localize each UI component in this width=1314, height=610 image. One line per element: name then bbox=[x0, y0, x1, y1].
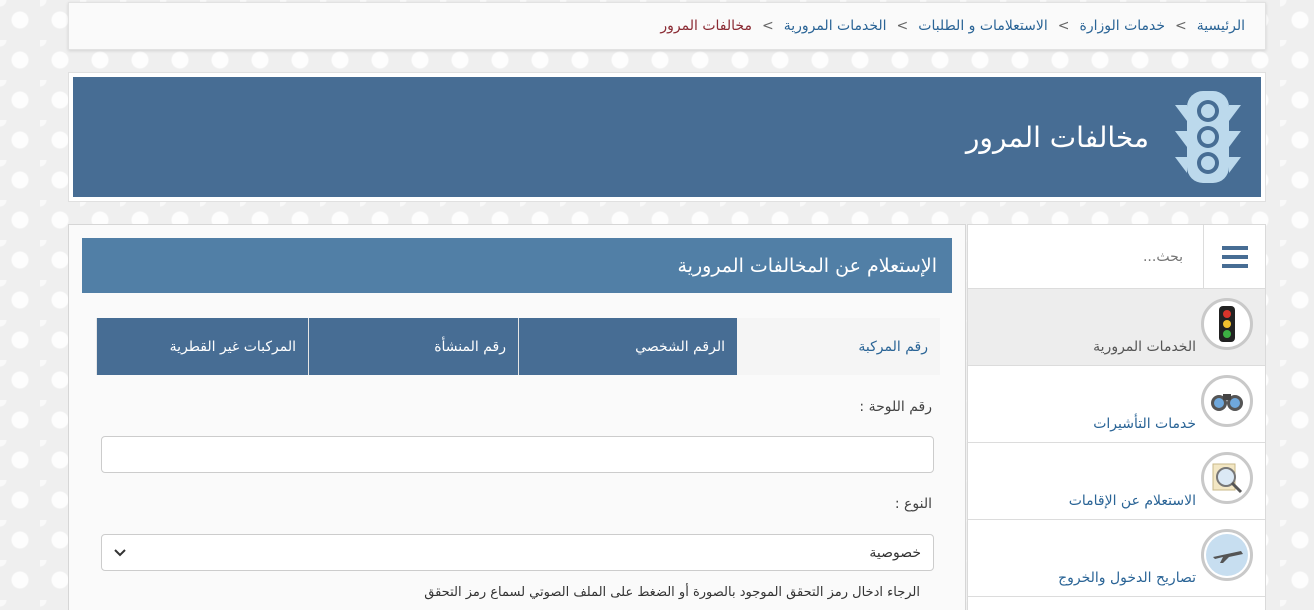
breadcrumb-separator: > bbox=[1175, 18, 1187, 34]
breadcrumb-separator: > bbox=[1057, 18, 1070, 34]
sidebar-search bbox=[968, 225, 1265, 289]
airplane-icon bbox=[1201, 529, 1253, 581]
sidebar-item-entry-exit-permits[interactable]: تصاريح الدخول والخروج bbox=[968, 520, 1265, 597]
tab-vehicle-number[interactable]: رقم المركبة bbox=[737, 318, 940, 375]
menu-button[interactable] bbox=[1203, 225, 1265, 289]
chevron-down-icon bbox=[114, 548, 126, 556]
plate-number-input[interactable] bbox=[101, 436, 934, 473]
type-select[interactable]: خصوصية bbox=[101, 534, 934, 571]
page-title: مخالفات المرور bbox=[965, 120, 1149, 154]
sidebar-item-visa-services[interactable]: خدمات التأشيرات bbox=[968, 366, 1265, 443]
breadcrumb-traffic-services[interactable]: الخدمات المرورية bbox=[784, 18, 887, 34]
plate-number-label: رقم اللوحة : bbox=[859, 399, 932, 415]
binoculars-icon bbox=[1201, 375, 1253, 427]
breadcrumb-separator: > bbox=[896, 18, 909, 34]
search-tabs: رقم المركبة الرقم الشخصي رقم المنشأة الم… bbox=[96, 318, 940, 375]
form-title: الإستعلام عن المخالفات المرورية bbox=[82, 238, 952, 293]
breadcrumb-ministry-services[interactable]: خدمات الوزارة bbox=[1080, 18, 1166, 34]
tab-non-qatari-vehicles[interactable]: المركبات غير القطرية bbox=[96, 318, 308, 375]
tab-personal-number[interactable]: الرقم الشخصي bbox=[518, 318, 737, 375]
banner-panel: مخالفات المرور bbox=[73, 77, 1261, 197]
traffic-light-icon bbox=[1175, 91, 1241, 183]
type-selected-value: خصوصية bbox=[869, 544, 921, 561]
hamburger-icon bbox=[1221, 246, 1248, 268]
sidebar: الخدمات المرورية خدمات التأشيرات الاستعل… bbox=[967, 224, 1266, 610]
sidebar-item-label: خدمات التأشيرات bbox=[1093, 416, 1196, 432]
sidebar-item-label: تصاريح الدخول والخروج bbox=[1058, 570, 1196, 586]
tab-establishment-number[interactable]: رقم المنشأة bbox=[308, 318, 518, 375]
breadcrumb-separator: > bbox=[761, 18, 774, 34]
breadcrumb: الرئيسية > خدمات الوزارة > الاستعلامات و… bbox=[68, 2, 1266, 50]
captcha-help-text: الرجاء ادخال رمز التحقق الموجود بالصورة … bbox=[424, 585, 920, 600]
search-input[interactable] bbox=[968, 225, 1203, 288]
sidebar-item-traffic-services[interactable]: الخدمات المرورية bbox=[968, 289, 1265, 366]
sidebar-item-label: الاستعلام عن الإقامات bbox=[1068, 493, 1196, 509]
traffic-light-icon bbox=[1201, 298, 1253, 350]
breadcrumb-inquiries[interactable]: الاستعلامات و الطلبات bbox=[918, 18, 1048, 34]
main-panel: الإستعلام عن المخالفات المرورية رقم المر… bbox=[68, 224, 966, 610]
sidebar-item-label: الخدمات المرورية bbox=[1093, 339, 1196, 355]
type-label: النوع : bbox=[894, 496, 932, 512]
magnifier-icon bbox=[1201, 452, 1253, 504]
breadcrumb-current: مخالفات المرور bbox=[660, 18, 752, 34]
page-banner: مخالفات المرور bbox=[68, 72, 1266, 202]
breadcrumb-home[interactable]: الرئيسية bbox=[1197, 18, 1245, 34]
sidebar-item-residency-inquiry[interactable]: الاستعلام عن الإقامات bbox=[968, 443, 1265, 520]
